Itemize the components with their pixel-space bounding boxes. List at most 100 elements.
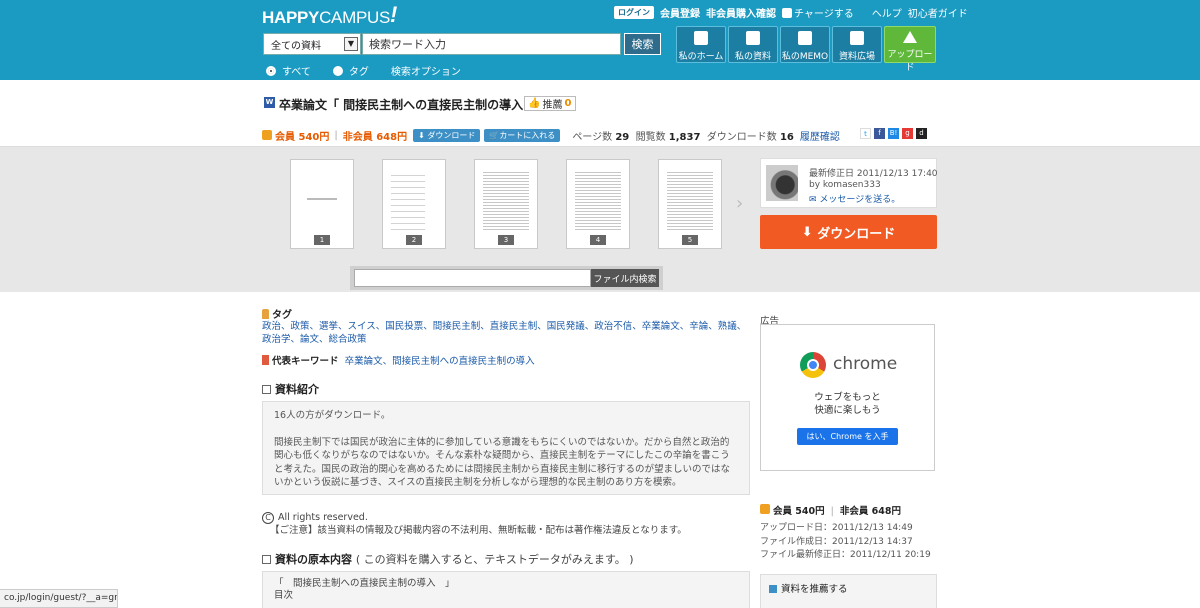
delicious-icon[interactable]: d — [916, 128, 927, 139]
thumbs-up-icon: 👍 — [528, 98, 541, 109]
keyword-icon — [262, 355, 269, 365]
status-bar-url: co.jp/login/guest/?__a=gnb — [0, 589, 118, 608]
my-memo-button[interactable]: 私のMEMO — [780, 26, 830, 63]
page-thumbnail-1[interactable]: 1 — [290, 159, 354, 249]
globe-icon — [850, 31, 864, 45]
ad-banner[interactable]: chrome ウェブをもっと 快適に楽しもう はい、Chrome を入手 — [760, 324, 935, 471]
search-options-link[interactable]: 検索オプション — [391, 63, 461, 78]
recommend-doc-box[interactable]: 資料を推薦する — [760, 574, 937, 608]
page-title: 卒業論文「 間接民主制への直接民主制の導入 」 — [279, 98, 540, 112]
coin-icon — [262, 130, 272, 140]
ad-line-2: 快適に楽しもう — [814, 405, 881, 416]
right-member-price: 会員 540円 — [773, 506, 825, 517]
coin-icon — [760, 504, 770, 514]
download-count-line: 16人の方がダウンロード。 — [274, 410, 391, 421]
keyword-list[interactable]: 卒業論文、間接民主制への直接民主制の導入 — [345, 356, 535, 367]
doc-square-label: 資料広場 — [838, 52, 875, 62]
tags-heading: タグ — [262, 306, 750, 321]
send-message-label: メッセージを送る。 — [819, 195, 901, 205]
page-number: 5 — [682, 235, 698, 245]
recommend-count: 0 — [564, 98, 572, 109]
page-thumbnail-3[interactable]: 3 — [474, 159, 538, 249]
main-nav: 私のホーム 私の資料 私のMEMO 資料広場 アップロード — [676, 26, 936, 73]
original-line-1: 「 間接民主制への直接民主制の導入 」 — [274, 578, 455, 589]
avatar[interactable] — [766, 165, 798, 201]
search-button[interactable]: 検索 — [624, 33, 661, 55]
send-message-link[interactable]: ✉ メッセージを送る。 — [809, 192, 900, 205]
recommend-doc-label: 資料を推薦する — [781, 584, 848, 595]
search-category-value: 全ての資料 — [271, 40, 321, 52]
search-input[interactable]: 検索ワード入力 — [362, 33, 621, 55]
author-link[interactable]: by komasen333 — [809, 180, 881, 190]
my-home-button[interactable]: 私のホーム — [676, 26, 726, 63]
ad-line-1: ウェブをもっと — [814, 392, 881, 403]
in-file-search-button[interactable]: ファイル内検索 — [591, 269, 659, 287]
search-category-select[interactable]: 全ての資料 ▼ — [263, 33, 361, 55]
ad-get-chrome-button[interactable]: はい、Chrome を入手 — [797, 428, 898, 445]
add-to-cart-button[interactable]: 🛒 カートに入れる — [484, 128, 561, 142]
hatena-bookmark-icon[interactable]: B! — [888, 128, 899, 139]
upload-button[interactable]: アップロード — [884, 26, 936, 73]
charge-link[interactable]: チャージする — [782, 5, 854, 20]
upload-date: アップロード日：2011/12/13 14:49 — [760, 523, 913, 533]
mail-icon: ✉ — [809, 195, 817, 205]
page-thumbnail-5[interactable]: 5 — [658, 159, 722, 249]
help-link[interactable]: ヘルプ — [872, 5, 902, 20]
file-created-date: ファイル作成日：2011/12/13 14:37 — [760, 536, 913, 547]
in-file-search-input[interactable] — [354, 269, 591, 287]
beginner-guide-link[interactable]: 初心者ガイド — [908, 5, 968, 20]
home-icon — [694, 31, 708, 45]
register-link[interactable]: 会員登録 — [660, 5, 700, 20]
login-button[interactable]: ログイン — [614, 5, 654, 19]
chevron-down-icon: ▼ — [344, 37, 358, 51]
next-page-arrow-icon[interactable]: › — [736, 193, 743, 214]
doc-square-button[interactable]: 資料広場 — [832, 26, 882, 63]
radio-all[interactable] — [266, 65, 276, 76]
my-docs-button[interactable]: 私の資料 — [728, 26, 778, 63]
memo-icon — [798, 31, 812, 45]
radio-tag[interactable] — [332, 65, 343, 76]
guest-purchase-confirm-link[interactable]: 非会員購入確認 — [706, 5, 776, 20]
download-small-button[interactable]: ⬇ ダウンロード — [413, 128, 481, 142]
original-heading: 資料の原本内容 ( この資料を購入すると、テキストデータがみえます。 ) — [262, 551, 750, 567]
social-share: t f B! g d — [860, 128, 927, 139]
intro-body: 間接民主制下では国民が政治に主体的に参加している意識をもちにくいのではないか。だ… — [274, 436, 731, 489]
last-updated: 最新修正日 2011/12/13 17:40 — [809, 169, 938, 179]
chrome-logo-icon — [800, 352, 826, 378]
facebook-icon[interactable]: f — [874, 128, 885, 139]
top-nav: ログイン 会員登録 非会員購入確認 チャージする ヘルプ 初心者ガイド — [614, 5, 968, 20]
google-icon[interactable]: g — [902, 128, 913, 139]
logo-mark: ! — [390, 2, 398, 27]
recommend-button[interactable]: 👍 推薦 0 — [524, 96, 577, 111]
charge-icon — [782, 7, 792, 18]
nonmember-price: 非会員 648円 — [342, 131, 408, 143]
tag-list[interactable]: 政治、政策、選挙、スイス、国民投票、間接民主制、直接民主制、国民発議、政治不信、… — [262, 320, 750, 346]
radio-tag-label: タグ — [348, 67, 369, 78]
copyright-notice: C All rights reserved. 【ご注意】該当資料の情報及び掲載内容… — [262, 511, 750, 537]
in-file-search: ファイル内検索 — [350, 266, 663, 290]
cart-icon: 🛒 — [489, 130, 500, 140]
right-nonmember-price: 非会員 648円 — [839, 506, 901, 517]
tag-icon — [262, 309, 269, 319]
charge-label: チャージする — [794, 8, 854, 20]
page-thumbnail-4[interactable]: 4 — [566, 159, 630, 249]
ad-brand: chrome — [833, 354, 898, 374]
downloads-label: ダウンロード数 — [706, 131, 777, 143]
pages-count: 29 — [615, 131, 630, 143]
my-home-label: 私のホーム — [678, 52, 724, 62]
download-button[interactable]: ⬇ ダウンロード — [760, 215, 937, 249]
page-thumbnail-2[interactable]: 2 — [382, 159, 446, 249]
download-button-label: ダウンロード — [817, 226, 896, 242]
radio-all-label: すべて — [282, 67, 311, 78]
downloads-count: 16 — [779, 131, 794, 143]
file-dates: アップロード日：2011/12/13 14:49 ファイル作成日：2011/12… — [760, 522, 931, 563]
section-icon — [262, 385, 271, 394]
views-count: 1,837 — [668, 131, 701, 143]
history-link[interactable]: 履歴確認 — [800, 128, 840, 143]
price-separator: | — [334, 129, 338, 141]
twitter-icon[interactable]: t — [860, 128, 871, 139]
header: HAPPYCAMPUS! ログイン 会員登録 非会員購入確認 チャージする ヘル… — [0, 0, 1200, 80]
page-number: 3 — [498, 235, 514, 245]
logo-campus: CAMPUS — [319, 8, 391, 27]
happycampus-logo[interactable]: HAPPYCAMPUS! — [262, 2, 397, 28]
